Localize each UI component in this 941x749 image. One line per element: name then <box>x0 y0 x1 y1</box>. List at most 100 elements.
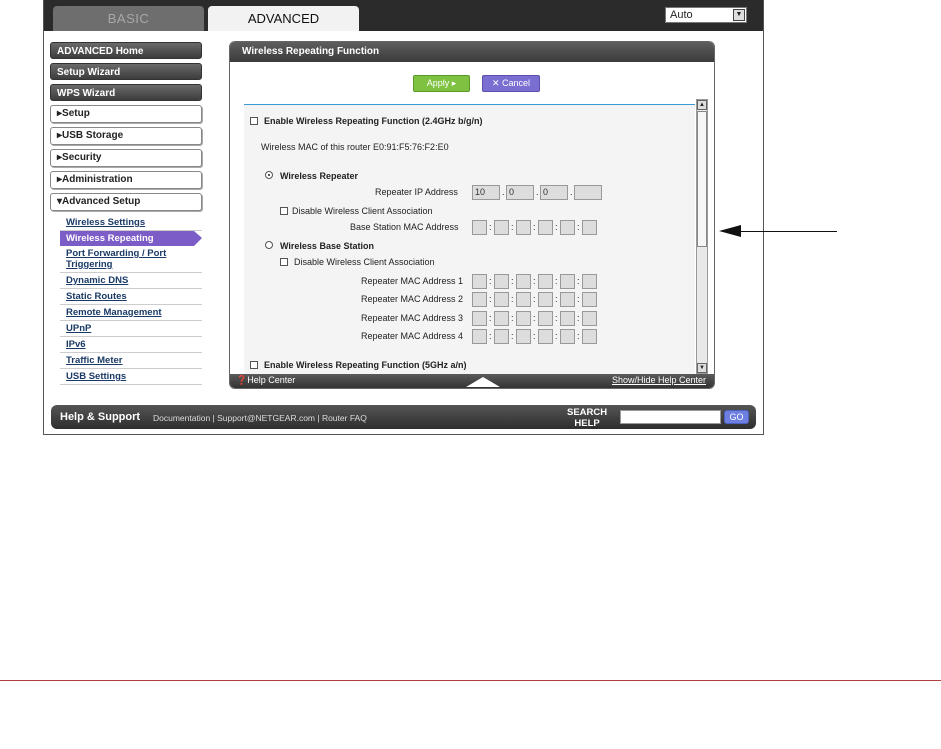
sidebar-item-wps-wizard[interactable]: WPS Wizard <box>50 84 202 101</box>
settings-scrollbar[interactable]: ▲ ▼ <box>696 99 708 374</box>
sidebar-item-usb-storage[interactable]: ▸USB Storage <box>50 127 202 145</box>
disable-client-assoc-2-checkbox[interactable] <box>280 258 288 266</box>
repeater-ip-label: Repeater IP Address <box>375 187 458 197</box>
tab-advanced[interactable]: ADVANCED <box>208 6 359 31</box>
base-mac-octet-4[interactable] <box>538 220 553 235</box>
repeater-mac-3-octet-2[interactable] <box>494 311 509 326</box>
apply-button[interactable]: Apply ▸ <box>413 75 470 92</box>
enable-24ghz-checkbox[interactable] <box>250 117 258 125</box>
scroll-thumb[interactable] <box>697 111 707 247</box>
ip-dot: . <box>570 187 573 197</box>
repeater-mac-1-octet-4[interactable] <box>538 274 553 289</box>
repeater-mac-2-octet-4[interactable] <box>538 292 553 307</box>
wireless-repeater-label: Wireless Repeater <box>280 171 358 181</box>
repeater-mac-4-octet-3[interactable] <box>516 329 531 344</box>
repeater-mac-3-octet-6[interactable] <box>582 311 597 326</box>
repeater-mac-2-octet-3[interactable] <box>516 292 531 307</box>
sidebar-sub-usb-settings[interactable]: USB Settings <box>60 369 202 385</box>
show-hide-help-link[interactable]: Show/Hide Help Center <box>612 375 706 385</box>
sidebar-sub-wireless-repeating[interactable]: Wireless Repeating <box>60 231 202 246</box>
search-help-label: SEARCH HELP <box>567 407 607 429</box>
repeater-mac-4-octet-5[interactable] <box>560 329 575 344</box>
sidebar-sub-static-routes[interactable]: Static Routes <box>60 289 202 305</box>
wireless-base-station-radio[interactable] <box>265 241 273 249</box>
repeater-mac-3-octet-1[interactable] <box>472 311 487 326</box>
enable-5ghz-checkbox[interactable] <box>250 361 258 369</box>
sidebar-item-setup[interactable]: ▸Setup <box>50 105 202 123</box>
sidebar-sub-upnp[interactable]: UPnP <box>60 321 202 337</box>
dropdown-arrow-icon[interactable]: ▼ <box>733 9 745 21</box>
repeater-ip-octet-4[interactable] <box>574 185 602 200</box>
wireless-base-station-label: Wireless Base Station <box>280 241 374 251</box>
top-bar: BASIC ADVANCED Auto ▼ <box>44 0 763 31</box>
repeater-mac-2-octet-1[interactable] <box>472 292 487 307</box>
sidebar-sub-remote-management[interactable]: Remote Management <box>60 305 202 321</box>
repeater-mac-4-octet-6[interactable] <box>582 329 597 344</box>
settings-form: Enable Wireless Repeating Function (2.4G… <box>244 104 695 377</box>
sidebar-item-security[interactable]: ▸Security <box>50 149 202 167</box>
repeater-mac-1-octet-1[interactable] <box>472 274 487 289</box>
base-mac-octet-3[interactable] <box>516 220 531 235</box>
base-mac-octet-2[interactable] <box>494 220 509 235</box>
mac-colon: : <box>577 222 580 232</box>
sidebar-item-administration[interactable]: ▸Administration <box>50 171 202 189</box>
repeater-mac-2-octet-5[interactable] <box>560 292 575 307</box>
mac-colon: : <box>555 294 558 304</box>
help-center-link[interactable]: ❓Help Center <box>236 375 295 386</box>
disable-client-assoc-2-label: Disable Wireless Client Association <box>294 257 435 267</box>
repeater-mac-4-octet-2[interactable] <box>494 329 509 344</box>
repeater-mac-1-octet-2[interactable] <box>494 274 509 289</box>
cancel-button[interactable]: ✕ Cancel <box>482 75 540 92</box>
scroll-up-icon[interactable]: ▲ <box>697 100 707 110</box>
scroll-down-icon[interactable]: ▼ <box>697 363 707 373</box>
repeater-mac-2-octet-2[interactable] <box>494 292 509 307</box>
mac-colon: : <box>577 313 580 323</box>
repeater-mac-4-octet-1[interactable] <box>472 329 487 344</box>
mac-colon: : <box>511 222 514 232</box>
base-mac-octet-6[interactable] <box>582 220 597 235</box>
language-select[interactable]: Auto ▼ <box>665 7 747 23</box>
repeater-mac-2-octet-6[interactable] <box>582 292 597 307</box>
go-button[interactable]: GO <box>724 410 749 424</box>
sidebar-item-advanced-home[interactable]: ADVANCED Home <box>50 42 202 59</box>
sidebar-sub-wireless-settings[interactable]: Wireless Settings <box>60 215 202 231</box>
disable-client-assoc-checkbox[interactable] <box>280 207 288 215</box>
repeater-mac-1-octet-5[interactable] <box>560 274 575 289</box>
sidebar-item-setup-wizard[interactable]: Setup Wizard <box>50 63 202 80</box>
mac-colon: : <box>533 294 536 304</box>
mac-colon: : <box>511 331 514 341</box>
base-mac-octet-1[interactable] <box>472 220 487 235</box>
repeater-ip-octet-2[interactable]: 0 <box>506 185 534 200</box>
help-links[interactable]: Documentation | Support@NETGEAR.com | Ro… <box>153 413 367 423</box>
mac-colon: : <box>533 313 536 323</box>
repeater-mac-3-octet-3[interactable] <box>516 311 531 326</box>
repeater-mac-4-octet-4[interactable] <box>538 329 553 344</box>
base-mac-octet-5[interactable] <box>560 220 575 235</box>
repeater-mac-3-octet-5[interactable] <box>560 311 575 326</box>
mac-colon: : <box>555 276 558 286</box>
search-label-line1: SEARCH <box>567 407 608 418</box>
repeater-mac-1-octet-3[interactable] <box>516 274 531 289</box>
repeater-mac-1-octet-6[interactable] <box>582 274 597 289</box>
mac-colon: : <box>555 331 558 341</box>
panel-footer: ❓Help Center Show/Hide Help Center <box>230 374 714 388</box>
repeater-ip-octet-1[interactable]: 10 <box>472 185 500 200</box>
repeater-mac-3-octet-4[interactable] <box>538 311 553 326</box>
expand-arrow-icon[interactable] <box>466 377 500 387</box>
mac-colon: : <box>489 313 492 323</box>
wireless-repeater-radio[interactable] <box>265 171 273 179</box>
tab-basic[interactable]: BASIC <box>53 6 204 31</box>
search-help-input[interactable] <box>620 410 721 424</box>
sidebar-sub-traffic-meter[interactable]: Traffic Meter <box>60 353 202 369</box>
sidebar-sub-port-forwarding[interactable]: Port Forwarding / Port Triggering <box>60 246 202 273</box>
sidebar: ADVANCED Home Setup Wizard WPS Wizard ▸S… <box>50 42 202 385</box>
mac-colon: : <box>511 313 514 323</box>
mac-colon: : <box>533 331 536 341</box>
sidebar-item-advanced-setup[interactable]: ▾Advanced Setup <box>50 193 202 211</box>
sidebar-sub-dynamic-dns[interactable]: Dynamic DNS <box>60 273 202 289</box>
page-divider <box>0 680 941 681</box>
repeater-mac-label-4: Repeater MAC Address 4 <box>361 331 464 341</box>
repeater-ip-octet-3[interactable]: 0 <box>540 185 568 200</box>
search-label-line2: HELP <box>574 418 600 429</box>
sidebar-sub-ipv6[interactable]: IPv6 <box>60 337 202 353</box>
